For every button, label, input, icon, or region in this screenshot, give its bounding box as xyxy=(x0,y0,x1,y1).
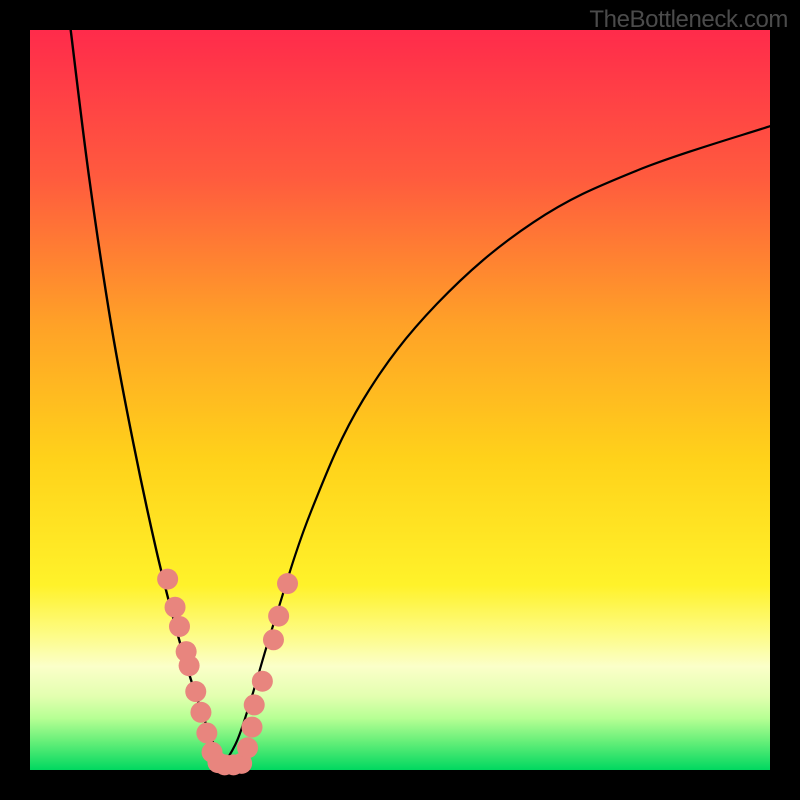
data-dot xyxy=(237,737,258,758)
watermark-text: TheBottleneck.com xyxy=(589,6,788,34)
data-dot xyxy=(268,606,289,627)
data-dot xyxy=(252,671,273,692)
outer-frame: TheBottleneck.com xyxy=(0,0,800,800)
data-dot xyxy=(263,629,284,650)
data-dot xyxy=(157,569,178,590)
plot-area xyxy=(30,30,770,770)
data-dot xyxy=(196,723,217,744)
curve-left-branch xyxy=(71,30,223,766)
data-dot xyxy=(179,655,200,676)
data-dot xyxy=(277,573,298,594)
data-dot xyxy=(190,702,211,723)
data-dot xyxy=(169,616,190,637)
data-dot xyxy=(185,681,206,702)
data-dot xyxy=(242,717,263,738)
data-dot xyxy=(165,597,186,618)
data-dot xyxy=(244,694,265,715)
curve-layer xyxy=(30,30,770,770)
dot-cluster xyxy=(157,569,298,776)
curve-right-branch xyxy=(222,126,770,766)
